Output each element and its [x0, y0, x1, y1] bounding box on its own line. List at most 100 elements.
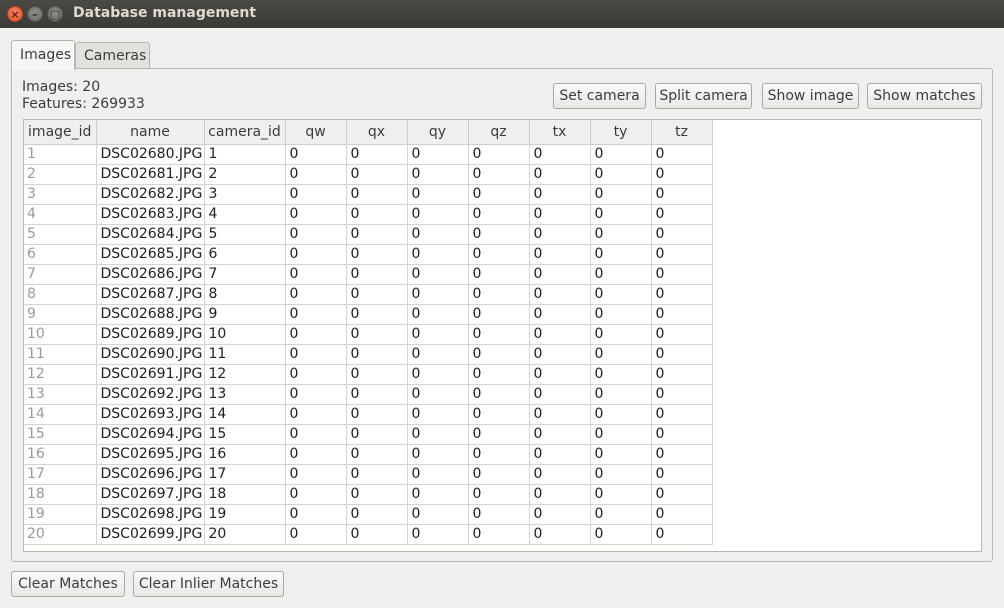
clear-inlier-matches-button[interactable]: Clear Inlier Matches	[133, 571, 284, 597]
cell-qz[interactable]: 0	[468, 484, 530, 505]
cell-tx[interactable]: 0	[529, 304, 591, 325]
set-camera-button[interactable]: Set camera	[553, 83, 646, 109]
cell-qy[interactable]: 0	[407, 464, 469, 485]
cell-image-id[interactable]: 15	[24, 424, 97, 445]
cell-qz[interactable]: 0	[468, 284, 530, 305]
cell-qw[interactable]: 0	[285, 424, 347, 445]
cell-camera-id[interactable]: 3	[204, 184, 286, 205]
cell-camera-id[interactable]: 6	[204, 244, 286, 265]
window-minimize-button[interactable]: –	[27, 6, 43, 22]
cell-tz[interactable]: 0	[651, 224, 713, 245]
cell-name[interactable]: DSC02689.JPG	[96, 324, 205, 345]
cell-qz[interactable]: 0	[468, 164, 530, 185]
cell-qw[interactable]: 0	[285, 384, 347, 405]
cell-tx[interactable]: 0	[529, 484, 591, 505]
cell-ty[interactable]: 0	[590, 404, 652, 425]
table-row[interactable]: 4 DSC02683.JPG 4 0 0 0 0 0 0 0	[24, 204, 713, 225]
cell-camera-id[interactable]: 12	[204, 364, 286, 385]
cell-qw[interactable]: 0	[285, 524, 347, 545]
cell-ty[interactable]: 0	[590, 304, 652, 325]
cell-image-id[interactable]: 7	[24, 264, 97, 285]
cell-name[interactable]: DSC02698.JPG	[96, 504, 205, 525]
cell-qx[interactable]: 0	[346, 164, 408, 185]
cell-image-id[interactable]: 12	[24, 364, 97, 385]
cell-qz[interactable]: 0	[468, 464, 530, 485]
cell-qw[interactable]: 0	[285, 324, 347, 345]
cell-qw[interactable]: 0	[285, 284, 347, 305]
cell-ty[interactable]: 0	[590, 384, 652, 405]
cell-ty[interactable]: 0	[590, 324, 652, 345]
cell-image-id[interactable]: 13	[24, 384, 97, 405]
cell-qx[interactable]: 0	[346, 444, 408, 465]
cell-qz[interactable]: 0	[468, 244, 530, 265]
cell-name[interactable]: DSC02692.JPG	[96, 384, 205, 405]
cell-qz[interactable]: 0	[468, 384, 530, 405]
column-header-qw[interactable]: qw	[285, 120, 347, 145]
table-row[interactable]: 14 DSC02693.JPG 14 0 0 0 0 0 0 0	[24, 404, 713, 425]
cell-qx[interactable]: 0	[346, 404, 408, 425]
cell-qz[interactable]: 0	[468, 264, 530, 285]
cell-tx[interactable]: 0	[529, 284, 591, 305]
cell-qy[interactable]: 0	[407, 264, 469, 285]
cell-qw[interactable]: 0	[285, 224, 347, 245]
cell-name[interactable]: DSC02699.JPG	[96, 524, 205, 545]
cell-qy[interactable]: 0	[407, 244, 469, 265]
cell-qy[interactable]: 0	[407, 364, 469, 385]
cell-tz[interactable]: 0	[651, 464, 713, 485]
cell-qw[interactable]: 0	[285, 264, 347, 285]
cell-qx[interactable]: 0	[346, 244, 408, 265]
cell-qx[interactable]: 0	[346, 324, 408, 345]
column-header-qx[interactable]: qx	[346, 120, 408, 145]
cell-camera-id[interactable]: 7	[204, 264, 286, 285]
cell-qy[interactable]: 0	[407, 384, 469, 405]
cell-camera-id[interactable]: 19	[204, 504, 286, 525]
cell-qw[interactable]: 0	[285, 464, 347, 485]
table-row[interactable]: 9 DSC02688.JPG 9 0 0 0 0 0 0 0	[24, 304, 713, 325]
cell-name[interactable]: DSC02697.JPG	[96, 484, 205, 505]
table-row[interactable]: 11 DSC02690.JPG 11 0 0 0 0 0 0 0	[24, 344, 713, 365]
cell-name[interactable]: DSC02684.JPG	[96, 224, 205, 245]
cell-qx[interactable]: 0	[346, 204, 408, 225]
cell-camera-id[interactable]: 14	[204, 404, 286, 425]
cell-qw[interactable]: 0	[285, 244, 347, 265]
cell-tz[interactable]: 0	[651, 424, 713, 445]
cell-tz[interactable]: 0	[651, 204, 713, 225]
cell-qz[interactable]: 0	[468, 344, 530, 365]
column-header-ty[interactable]: ty	[590, 120, 652, 145]
cell-qz[interactable]: 0	[468, 324, 530, 345]
cell-camera-id[interactable]: 17	[204, 464, 286, 485]
cell-name[interactable]: DSC02695.JPG	[96, 444, 205, 465]
cell-ty[interactable]: 0	[590, 464, 652, 485]
show-image-button[interactable]: Show image	[762, 83, 859, 109]
cell-ty[interactable]: 0	[590, 164, 652, 185]
cell-tz[interactable]: 0	[651, 184, 713, 205]
cell-ty[interactable]: 0	[590, 444, 652, 465]
cell-tz[interactable]: 0	[651, 384, 713, 405]
images-table[interactable]: image_id name camera_id qw qx qy qz tx ty tz 1 DSC…	[23, 119, 982, 552]
cell-tx[interactable]: 0	[529, 464, 591, 485]
clear-matches-button[interactable]: Clear Matches	[11, 571, 125, 597]
cell-qy[interactable]: 0	[407, 144, 469, 165]
tab-images[interactable]: Images	[11, 40, 75, 70]
cell-image-id[interactable]: 4	[24, 204, 97, 225]
tab-cameras[interactable]: Cameras	[75, 42, 150, 69]
cell-qz[interactable]: 0	[468, 424, 530, 445]
cell-qx[interactable]: 0	[346, 424, 408, 445]
cell-ty[interactable]: 0	[590, 284, 652, 305]
cell-qz[interactable]: 0	[468, 444, 530, 465]
cell-image-id[interactable]: 18	[24, 484, 97, 505]
cell-tx[interactable]: 0	[529, 244, 591, 265]
cell-name[interactable]: DSC02686.JPG	[96, 264, 205, 285]
table-row[interactable]: 3 DSC02682.JPG 3 0 0 0 0 0 0 0	[24, 184, 713, 205]
cell-tz[interactable]: 0	[651, 504, 713, 525]
cell-tx[interactable]: 0	[529, 524, 591, 545]
cell-qx[interactable]: 0	[346, 224, 408, 245]
cell-camera-id[interactable]: 20	[204, 524, 286, 545]
cell-name[interactable]: DSC02680.JPG	[96, 144, 205, 165]
split-camera-button[interactable]: Split camera	[655, 83, 752, 109]
table-row[interactable]: 16 DSC02695.JPG 16 0 0 0 0 0 0 0	[24, 444, 713, 465]
cell-qw[interactable]: 0	[285, 364, 347, 385]
cell-qx[interactable]: 0	[346, 464, 408, 485]
cell-name[interactable]: DSC02681.JPG	[96, 164, 205, 185]
cell-qy[interactable]: 0	[407, 504, 469, 525]
